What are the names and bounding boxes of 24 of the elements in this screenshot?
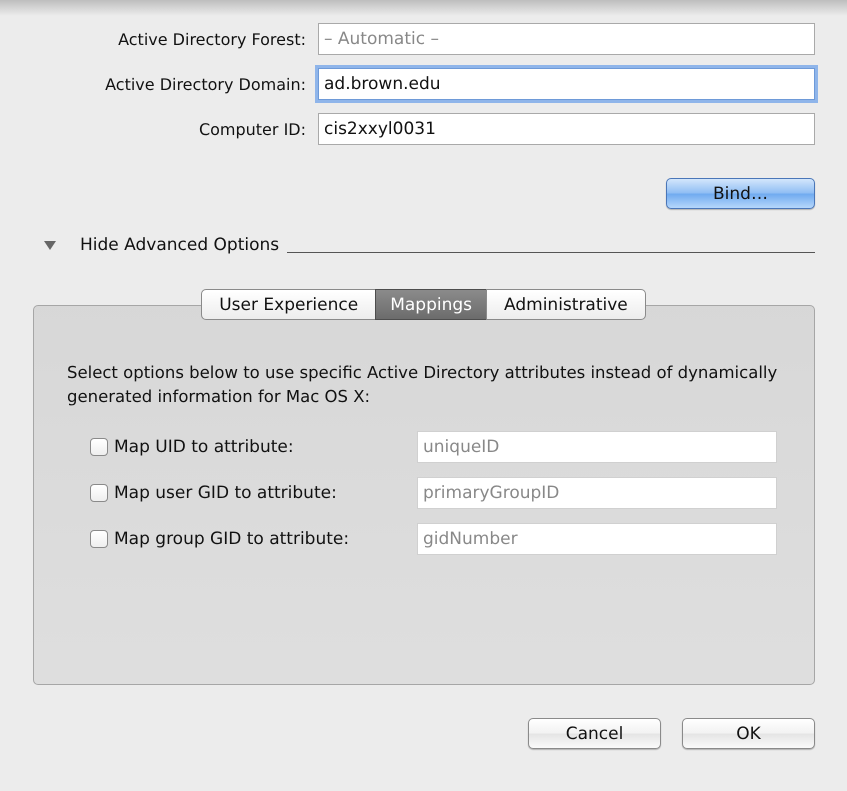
text-field[interactable]: ad.brown.edu	[318, 68, 815, 100]
checkbox-label: Map user GID to attribute:	[114, 483, 338, 503]
attribute-field[interactable]: gidNumber	[417, 523, 777, 555]
tab[interactable]: Administrative	[486, 289, 646, 320]
tab[interactable]: User Experience	[201, 289, 376, 320]
field-label: Active Directory Forest:	[117, 30, 306, 48]
text-field[interactable]: cis2xxyl0031	[318, 113, 815, 145]
tab[interactable]: Mappings	[375, 289, 488, 320]
description-text: Select options below to use specific Active Directory attributes instead of dynamically generated information for Mac OS X:	[67, 362, 778, 408]
checkbox-label: Map UID to attribute:	[114, 437, 295, 457]
field-label: Active Directory Domain:	[104, 74, 306, 94]
attribute-field[interactable]: primaryGroupID	[417, 477, 777, 509]
text-field[interactable]: – Automatic –	[318, 23, 815, 55]
dialog-button[interactable]: OK	[682, 718, 815, 749]
bind-button[interactable]: Bind…	[666, 178, 815, 209]
checkbox[interactable]	[90, 530, 108, 548]
attribute-field[interactable]: uniqueID	[417, 431, 777, 463]
checkbox-label: Map group GID to attribute:	[114, 529, 350, 549]
field-label: Computer ID:	[198, 120, 306, 138]
dialog-button[interactable]: Cancel	[528, 718, 661, 749]
disclosure-triangle-icon[interactable]	[42, 238, 58, 252]
disclosure-label: Hide Advanced Options	[80, 235, 280, 255]
checkbox[interactable]	[90, 484, 108, 502]
checkbox[interactable]	[90, 438, 108, 456]
